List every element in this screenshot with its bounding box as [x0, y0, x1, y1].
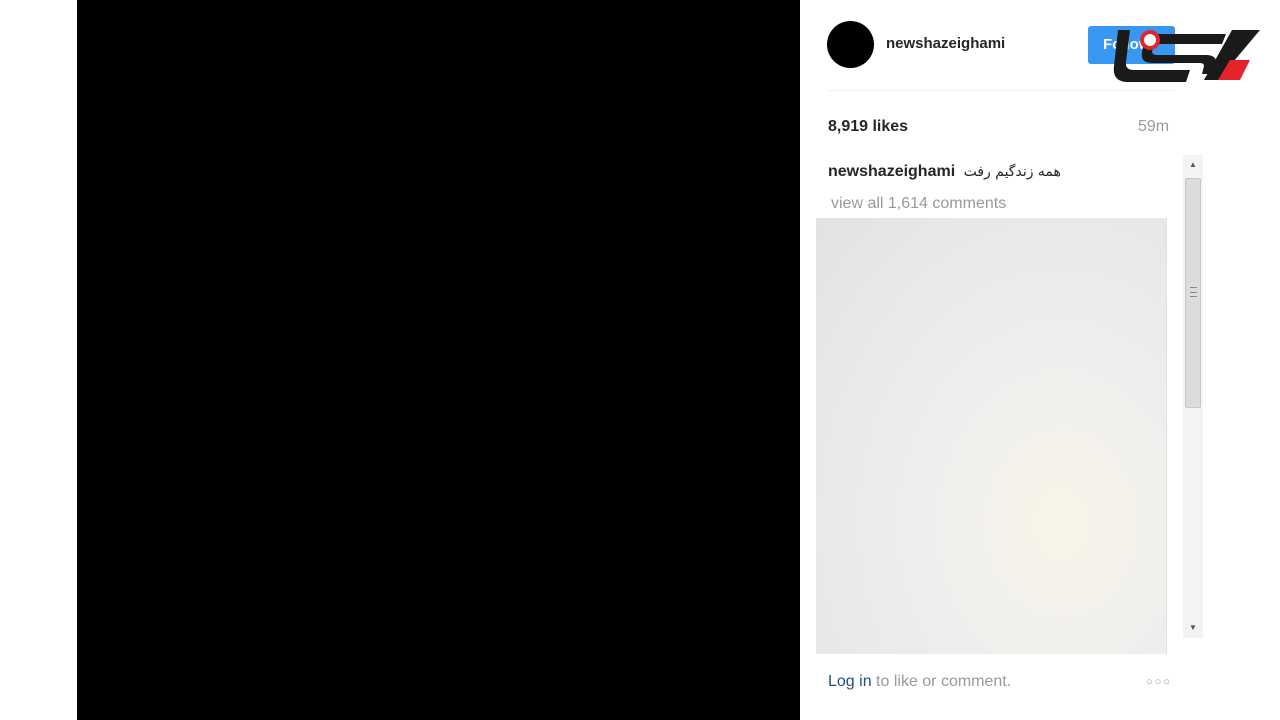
header-divider	[828, 90, 1175, 91]
footer-divider	[828, 658, 1175, 659]
caption: newshazeighami همه زندگیم رفت	[828, 163, 1061, 181]
avatar[interactable]	[827, 21, 874, 68]
watermark-logo	[1113, 30, 1260, 82]
view-all-comments-link[interactable]: view all 1,614 comments	[831, 195, 1006, 213]
caption-text: همه زندگیم رفت	[963, 164, 1061, 180]
login-suffix: to like or comment.	[871, 673, 1012, 690]
blurred-comments-area	[816, 218, 1167, 654]
header-username[interactable]: newshazeighami	[886, 35, 1005, 52]
scroll-down-icon[interactable]: ▼	[1183, 620, 1203, 636]
grip-icon	[1190, 287, 1197, 297]
post-media[interactable]	[77, 0, 800, 720]
comments-scrollbar[interactable]: ▲ ▼	[1183, 155, 1203, 638]
caption-username[interactable]: newshazeighami	[828, 163, 955, 180]
more-options-icon[interactable]: ○○○	[1146, 676, 1172, 688]
login-link[interactable]: Log in	[828, 673, 872, 690]
scrollbar-thumb[interactable]	[1185, 178, 1201, 408]
likes-count[interactable]: 8,919 likes	[828, 118, 908, 136]
login-prompt: Log in to like or comment.	[828, 673, 1011, 691]
post-time[interactable]: 59m	[1138, 118, 1169, 136]
scroll-up-icon[interactable]: ▲	[1183, 157, 1203, 173]
